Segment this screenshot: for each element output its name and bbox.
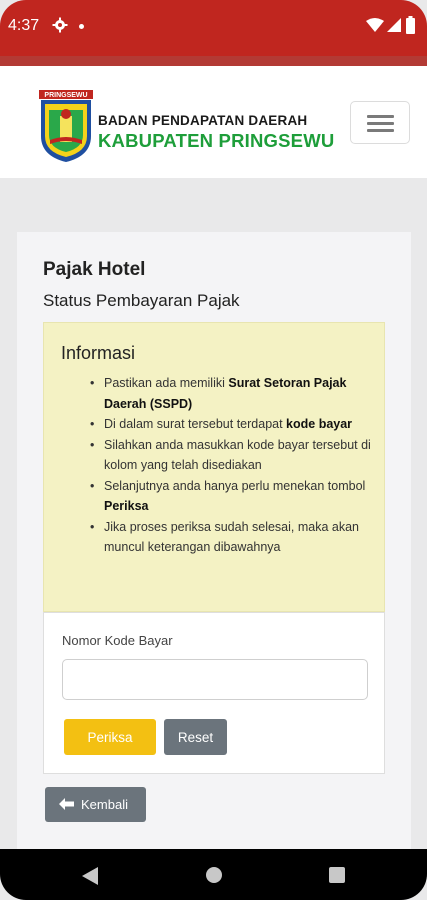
nav-back-icon[interactable] — [82, 867, 98, 885]
kode-bayar-input[interactable] — [62, 659, 368, 700]
site-header: PRINGSEWU BADAN PENDAPATAN DAERAH KABUPA… — [0, 56, 427, 178]
status-time: 4:37 — [8, 17, 40, 34]
info-list: Pastikan ada memiliki Surat Setoran Paja… — [90, 373, 374, 558]
regency-logo: PRINGSEWU — [39, 90, 93, 162]
main-card: Pajak Hotel Status Pembayaran Pajak Info… — [17, 232, 411, 852]
arrow-left-icon — [59, 798, 74, 810]
nav-home-icon[interactable] — [206, 867, 222, 883]
org-name-line2: KABUPATEN PRINGSEWU — [98, 130, 335, 151]
info-item: Selanjutnya anda hanya perlu menekan tom… — [90, 476, 374, 517]
hamburger-icon-bar — [367, 129, 394, 132]
system-nav-bar — [0, 849, 427, 900]
info-item: Jika proses periksa sudah selesai, maka … — [90, 517, 374, 558]
wifi-icon — [366, 18, 384, 32]
info-item: Pastikan ada memiliki Surat Setoran Paja… — [90, 373, 374, 414]
notification-dot — [79, 24, 84, 29]
hamburger-menu-button[interactable] — [350, 101, 410, 144]
page-title: Pajak Hotel — [43, 259, 146, 280]
status-bar: 4:37 — [0, 0, 427, 56]
page-subtitle: Status Pembayaran Pajak — [43, 291, 240, 310]
kembali-button[interactable]: Kembali — [45, 787, 146, 822]
gear-icon — [52, 17, 68, 33]
org-name-line1: BADAN PENDAPATAN DAERAH — [98, 113, 308, 128]
periksa-button[interactable]: Periksa — [64, 719, 156, 755]
info-heading: Informasi — [61, 343, 136, 363]
info-panel: Informasi Pastikan ada memiliki Surat Se… — [43, 322, 385, 612]
nav-recents-icon[interactable] — [329, 867, 345, 883]
reset-button[interactable]: Reset — [164, 719, 227, 755]
battery-icon — [406, 16, 415, 34]
info-item: Silahkan anda masukkan kode bayar terseb… — [90, 435, 374, 476]
svg-text:PRINGSEWU: PRINGSEWU — [44, 92, 87, 99]
signal-icon — [387, 18, 401, 32]
hamburger-icon-bar — [367, 122, 394, 125]
kembali-label: Kembali — [81, 797, 128, 812]
kode-bayar-label: Nomor Kode Bayar — [62, 633, 173, 648]
info-item: Di dalam surat tersebut terdapat kode ba… — [90, 414, 374, 435]
payment-form: Nomor Kode Bayar Periksa Reset — [43, 612, 385, 774]
hamburger-icon — [367, 115, 394, 118]
